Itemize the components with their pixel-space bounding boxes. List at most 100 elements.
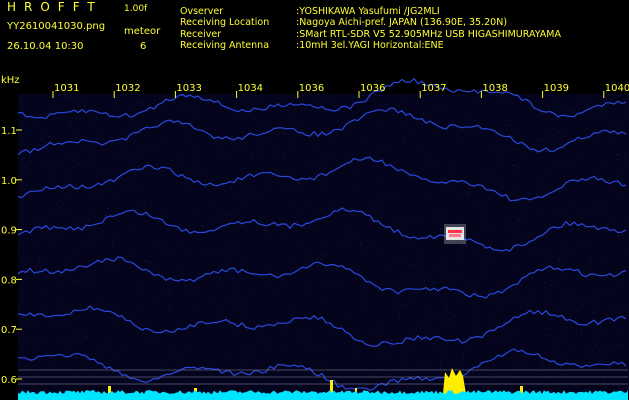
noise-dot bbox=[448, 122, 450, 123]
noise-dot bbox=[526, 208, 528, 210]
noise-dot bbox=[461, 194, 463, 196]
noise-dot bbox=[310, 285, 312, 287]
time-tick-label: 1032 bbox=[115, 83, 140, 94]
time-tick-label: 1038 bbox=[482, 83, 507, 94]
noise-dot bbox=[528, 192, 530, 194]
noise-dot bbox=[547, 251, 549, 253]
noise-dot bbox=[232, 278, 234, 279]
noise-dot bbox=[179, 266, 181, 268]
noise-dot bbox=[432, 265, 434, 267]
noise-dot bbox=[595, 301, 597, 303]
noise-dot bbox=[326, 297, 327, 299]
noise-dot bbox=[137, 100, 139, 102]
noise-dot bbox=[96, 235, 98, 237]
noise-dot bbox=[331, 174, 333, 176]
noise-dot bbox=[279, 181, 281, 183]
noise-dot bbox=[590, 262, 592, 264]
noise-dot bbox=[143, 330, 145, 332]
noise-dot bbox=[488, 315, 489, 317]
noise-dot bbox=[18, 239, 20, 241]
noise-dot bbox=[475, 317, 477, 319]
noise-dot bbox=[167, 288, 169, 289]
noise-dot bbox=[502, 151, 504, 153]
noise-dot bbox=[558, 362, 559, 364]
noise-dot bbox=[260, 217, 262, 219]
noise-dot bbox=[72, 216, 74, 217]
noise-dot bbox=[186, 248, 188, 250]
noise-dot bbox=[411, 134, 413, 136]
noise-dot bbox=[86, 165, 88, 166]
time-tick-label: 1037 bbox=[421, 83, 446, 94]
noise-dot bbox=[507, 144, 509, 146]
noise-dot bbox=[516, 165, 518, 167]
meteor-label: meteor bbox=[124, 26, 161, 37]
noise-dot bbox=[40, 341, 42, 343]
noise-dot bbox=[51, 210, 53, 212]
noise-dot bbox=[536, 139, 538, 141]
noise-dot bbox=[607, 207, 608, 209]
noise-dot bbox=[63, 274, 65, 276]
noise-dot bbox=[469, 336, 471, 337]
noise-dot bbox=[178, 173, 180, 175]
noise-dot bbox=[262, 321, 264, 323]
noise-dot bbox=[442, 278, 444, 280]
noise-dot bbox=[163, 252, 165, 254]
noise-dot bbox=[420, 221, 422, 222]
noise-dot bbox=[421, 124, 423, 126]
noise-dot bbox=[157, 297, 159, 299]
noise-dot bbox=[570, 109, 572, 111]
noise-dot bbox=[344, 225, 346, 227]
noise-dot bbox=[619, 331, 620, 333]
noise-dot bbox=[58, 282, 60, 284]
noise-dot bbox=[67, 343, 69, 345]
noise-dot bbox=[21, 106, 23, 108]
noise-dot bbox=[415, 264, 417, 266]
noise-dot bbox=[407, 386, 408, 388]
noise-dot bbox=[544, 94, 546, 96]
noise-dot bbox=[100, 128, 102, 130]
noise-dot bbox=[494, 342, 496, 344]
noise-dot bbox=[41, 226, 43, 227]
noise-dot bbox=[72, 161, 74, 162]
noise-dot bbox=[90, 159, 92, 161]
noise-dot bbox=[258, 219, 260, 221]
noise-dot bbox=[95, 117, 97, 119]
noise-dot bbox=[376, 324, 378, 326]
noise-dot bbox=[581, 305, 583, 307]
noise-dot bbox=[267, 372, 269, 374]
noise-dot bbox=[185, 294, 187, 295]
noise-dot bbox=[402, 262, 404, 263]
noise-dot bbox=[556, 309, 558, 311]
noise-dot bbox=[59, 233, 61, 235]
noise-dot bbox=[614, 290, 616, 292]
noise-dot bbox=[18, 310, 20, 312]
station-value: :SMart RTL-SDR V5 52.905MHz USB HIGASHIM… bbox=[296, 28, 561, 40]
noise-dot bbox=[551, 133, 553, 135]
noise-dot bbox=[244, 362, 246, 364]
time-tick-label: 1034 bbox=[238, 83, 263, 94]
noise-dot bbox=[225, 155, 227, 157]
noise-dot bbox=[513, 164, 515, 166]
noise-dot bbox=[290, 187, 292, 189]
noise-dot bbox=[53, 175, 55, 176]
noise-dot bbox=[292, 115, 294, 117]
noise-dot bbox=[375, 205, 377, 207]
station-row-receiver: Receiver :SMart RTL-SDR V5 52.905MHz USB… bbox=[180, 29, 561, 40]
noise-dot bbox=[489, 245, 491, 247]
noise-dot bbox=[519, 218, 521, 220]
noise-dot bbox=[265, 231, 267, 233]
noise-dot bbox=[565, 373, 567, 375]
noise-dot bbox=[514, 147, 516, 149]
noise-dot bbox=[486, 188, 488, 190]
noise-dot bbox=[24, 167, 26, 169]
noise-dot bbox=[214, 202, 216, 204]
noise-dot bbox=[403, 352, 405, 354]
noise-dot bbox=[617, 153, 619, 155]
noise-dot bbox=[160, 169, 162, 171]
noise-dot bbox=[580, 329, 582, 331]
noise-dot bbox=[530, 255, 532, 256]
noise-dot bbox=[410, 264, 412, 266]
noise-dot bbox=[446, 311, 448, 313]
noise-dot bbox=[515, 232, 517, 234]
noise-dot bbox=[504, 321, 506, 323]
